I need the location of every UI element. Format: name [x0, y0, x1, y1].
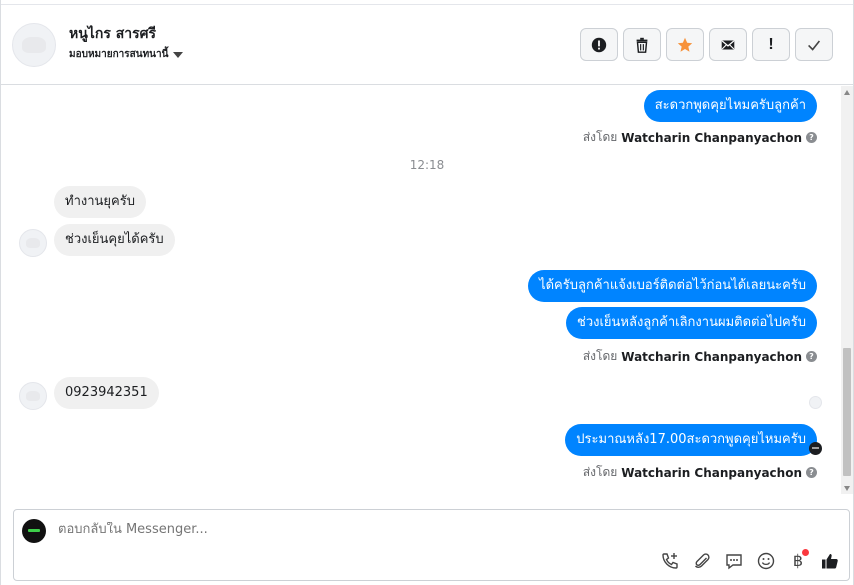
message-bubble-outgoing[interactable]: ช่วงเย็นหลังลูกค้าเลิกงานผมติดต่อไปครับ: [566, 307, 817, 339]
sender-avatar: [19, 229, 47, 257]
message-bubble-outgoing[interactable]: ประมาณหลัง17.00สะดวกพูดคุยไหมครับ: [565, 424, 817, 456]
message-bubble-incoming[interactable]: ทำงานยุครับ: [54, 186, 146, 218]
emoji-button[interactable]: [755, 550, 777, 572]
contact-name[interactable]: หนูไกร สารศรี: [69, 23, 156, 45]
sent-by-label: ส่งโดย Watcharin Chanpanyachon ?: [583, 128, 817, 147]
help-icon[interactable]: ?: [806, 132, 817, 143]
sent-by-prefix: ส่งโดย: [582, 465, 618, 479]
mark-done-button[interactable]: [795, 28, 833, 61]
seen-indicator: [809, 396, 822, 409]
reply-input[interactable]: [58, 522, 558, 537]
attach-button[interactable]: [691, 550, 713, 572]
thumbs-up-icon: [822, 554, 838, 569]
contact-avatar[interactable]: [12, 23, 56, 67]
like-button[interactable]: [819, 550, 841, 572]
help-icon[interactable]: ?: [806, 467, 817, 478]
trash-icon: [636, 37, 648, 53]
reply-composer: ฿: [13, 509, 850, 581]
payment-button[interactable]: ฿: [787, 549, 809, 572]
paperclip-icon: [694, 553, 710, 568]
sent-by-name: Watcharin Chanpanyachon: [621, 349, 802, 364]
phone-add-icon: [662, 553, 678, 569]
help-icon[interactable]: ?: [806, 351, 817, 362]
notification-dot: [802, 549, 809, 556]
check-icon: [808, 39, 821, 51]
call-button[interactable]: [659, 550, 681, 572]
assign-conversation-dropdown[interactable]: มอบหมายการสนทนานี้: [69, 47, 184, 62]
mail-icon: [721, 39, 735, 49]
seen-avatar-icon: [809, 442, 822, 455]
exclamation-icon: !: [768, 35, 774, 53]
alert-icon: [591, 37, 607, 52]
assign-label: มอบหมายการสนทนานี้: [69, 49, 169, 60]
mark-unread-button[interactable]: [709, 28, 747, 61]
message-bubble-incoming[interactable]: ช่วงเย็นคุยได้ครับ: [54, 224, 175, 256]
timestamp: 12:18: [409, 158, 445, 172]
sent-by-label: ส่งโดย Watcharin Chanpanyachon ?: [583, 347, 817, 366]
sent-by-name: Watcharin Chanpanyachon: [621, 465, 802, 480]
star-icon: [677, 37, 693, 52]
scrollbar[interactable]: [841, 86, 853, 494]
delete-button[interactable]: [623, 28, 661, 61]
sent-by-prefix: ส่งโดย: [582, 349, 618, 363]
alert-button[interactable]: [580, 28, 618, 61]
sender-avatar: [19, 382, 47, 410]
sent-by-prefix: ส่งโดย: [582, 130, 618, 144]
sent-by-name: Watcharin Chanpanyachon: [621, 130, 802, 145]
follow-up-button[interactable]: !: [752, 28, 790, 61]
scrollbar-thumb[interactable]: [843, 348, 851, 476]
header-actions: !: [580, 28, 833, 61]
message-bubble-outgoing[interactable]: ได้ครับลูกค้าแจ้งเบอร์ติดต่อไว้ก่อนได้เล…: [528, 270, 817, 302]
scroll-up-icon[interactable]: [844, 90, 850, 95]
page-avatar: [22, 519, 46, 543]
saved-replies-button[interactable]: [723, 550, 745, 572]
chat-bubble-icon: [726, 554, 742, 570]
emoji-icon: [757, 552, 775, 570]
message-bubble-incoming[interactable]: 0923942351: [54, 377, 159, 409]
composer-tools: ฿: [659, 549, 841, 572]
conversation-header: หนูไกร สารศรี มอบหมายการสนทนานี้ !: [1, 4, 853, 85]
caret-down-icon: [173, 51, 184, 58]
message-thread[interactable]: สะดวกพูดคุยไหมครับลูกค้า ส่งโดย Watchari…: [1, 86, 843, 494]
star-button[interactable]: [666, 28, 704, 61]
messenger-inbox-panel: หนูไกร สารศรี มอบหมายการสนทนานี้ ! สะดวก…: [0, 0, 854, 585]
message-bubble-outgoing[interactable]: สะดวกพูดคุยไหมครับลูกค้า: [643, 90, 817, 122]
sent-by-label: ส่งโดย Watcharin Chanpanyachon ?: [583, 463, 817, 482]
scroll-down-icon[interactable]: [844, 486, 850, 491]
